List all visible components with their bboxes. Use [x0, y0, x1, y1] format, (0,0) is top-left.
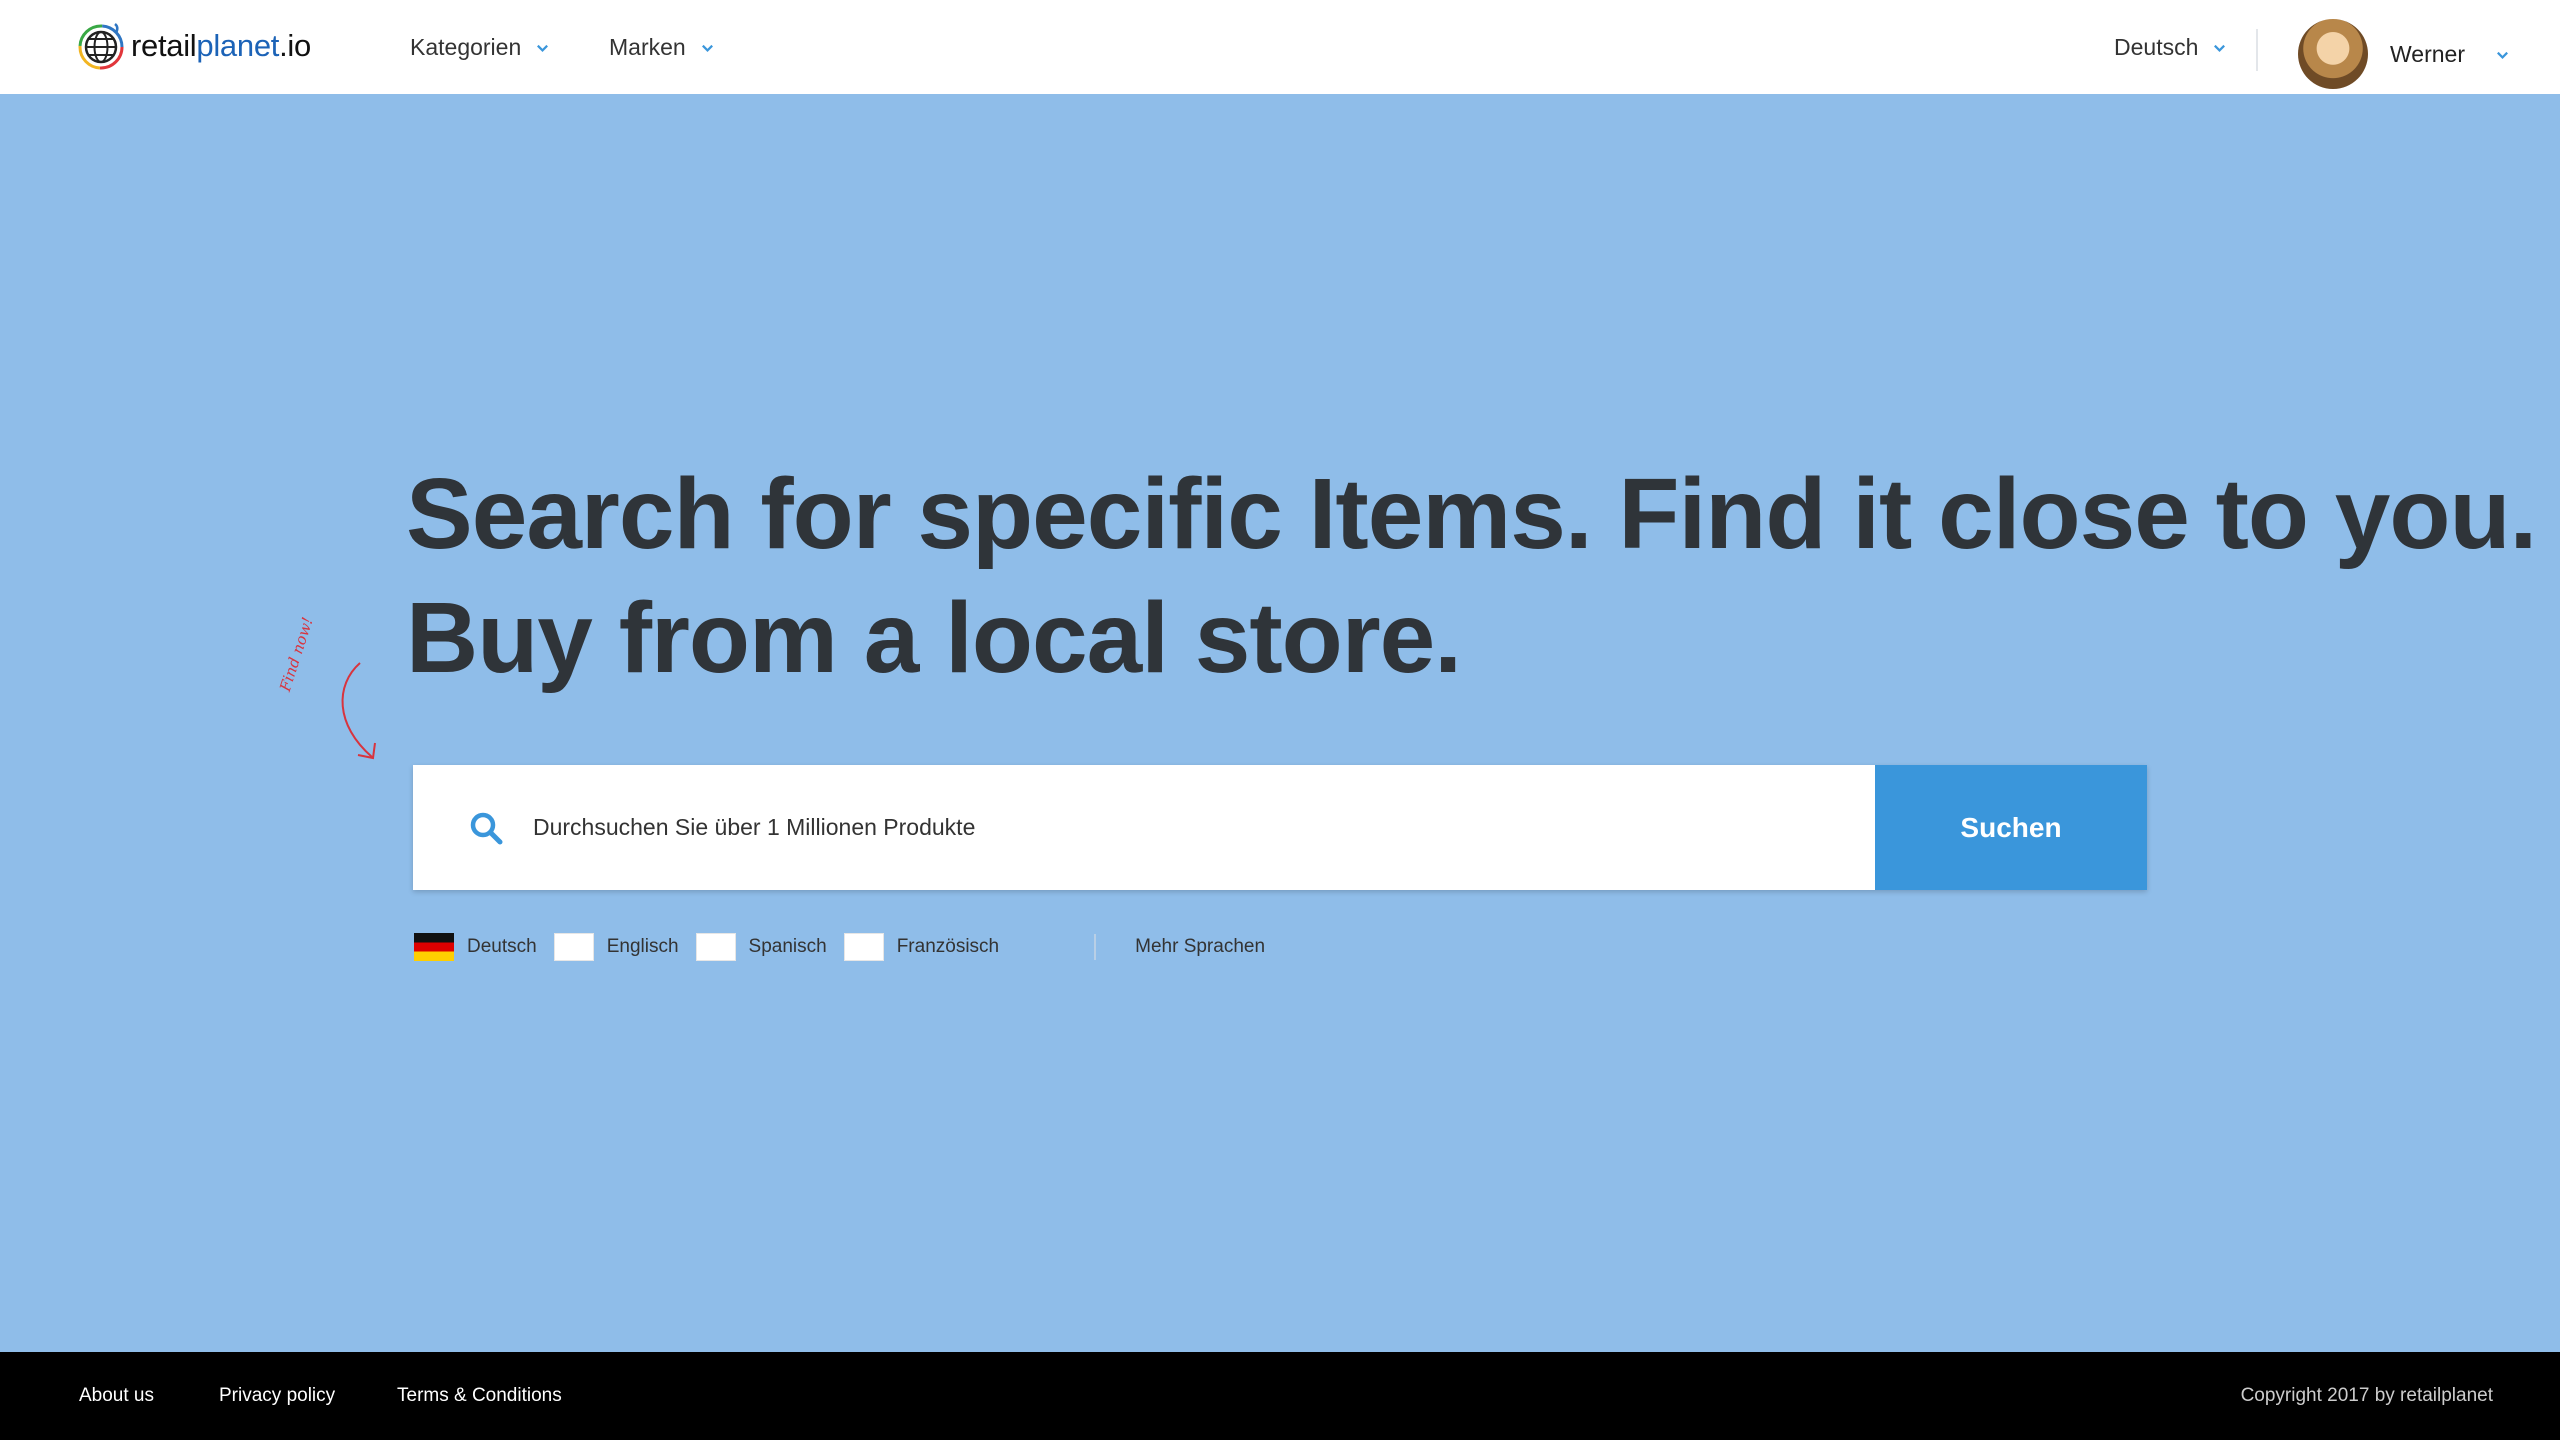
language-option-englisch[interactable]: Englisch — [553, 933, 679, 961]
brands-menu[interactable]: Marken — [609, 34, 715, 61]
divider — [1094, 934, 1097, 960]
chevron-down-icon — [537, 44, 549, 52]
chevron-down-icon — [701, 44, 713, 52]
search-input[interactable] — [533, 814, 1875, 841]
avatar[interactable] — [2298, 19, 2368, 89]
language-option-label: Deutsch — [467, 936, 537, 957]
de-flag-icon — [414, 933, 454, 961]
checkbox[interactable] — [695, 933, 736, 961]
categories-menu[interactable]: Kategorien — [410, 34, 550, 61]
language-option-label: Englisch — [606, 936, 679, 957]
categories-label: Kategorien — [410, 34, 522, 60]
checkbox[interactable] — [843, 933, 884, 961]
search-button[interactable]: Suchen — [1875, 765, 2147, 890]
footer-link-about[interactable]: About us — [79, 1385, 154, 1407]
language-option-franzoesisch[interactable]: Französisch — [843, 933, 1000, 961]
user-name: Werner — [2390, 40, 2465, 67]
header-divider — [2256, 29, 2258, 71]
chevron-down-icon — [2497, 51, 2508, 59]
chevron-down-icon — [2214, 44, 2226, 52]
globe-logo-icon — [78, 23, 124, 70]
footer-link-terms[interactable]: Terms & Conditions — [397, 1385, 562, 1407]
footer: About us Privacy policy Terms & Conditio… — [0, 1352, 2560, 1440]
logo[interactable]: retailplanet.io — [77, 20, 311, 72]
headline-bold: Buy from a local store. — [406, 582, 1462, 694]
language-option-label: Französisch — [896, 936, 1000, 957]
language-filter: Deutsch Englisch Spanisch Französisch Me… — [414, 933, 1265, 961]
brands-label: Marken — [609, 34, 686, 60]
top-navbar: retailplanet.io Kategorien Marken Deutsc… — [0, 0, 2560, 94]
hero-headline: Search for specific Items. Find it close… — [406, 452, 2537, 700]
language-option-deutsch[interactable]: Deutsch — [414, 933, 537, 961]
more-languages-link[interactable]: Mehr Sprachen — [1135, 936, 1265, 958]
language-option-spanisch[interactable]: Spanisch — [695, 933, 827, 961]
copyright-text: Copyright 2017 by retailplanet — [2240, 1385, 2493, 1406]
curved-arrow-icon — [341, 662, 376, 760]
search-field[interactable] — [413, 765, 1875, 890]
headline-light: Search for specific Items. Find it close… — [406, 458, 2537, 570]
search-icon — [470, 812, 503, 844]
logo-wordmark: retailplanet.io — [131, 28, 311, 63]
language-option-label: Spanisch — [748, 936, 827, 957]
user-menu[interactable]: Werner — [2298, 19, 2510, 89]
footer-link-privacy[interactable]: Privacy policy — [219, 1385, 335, 1407]
search-bar: Suchen — [413, 765, 2147, 890]
language-selector[interactable]: Deutsch — [2114, 34, 2227, 61]
checkbox[interactable] — [553, 933, 594, 961]
language-label: Deutsch — [2114, 34, 2199, 60]
